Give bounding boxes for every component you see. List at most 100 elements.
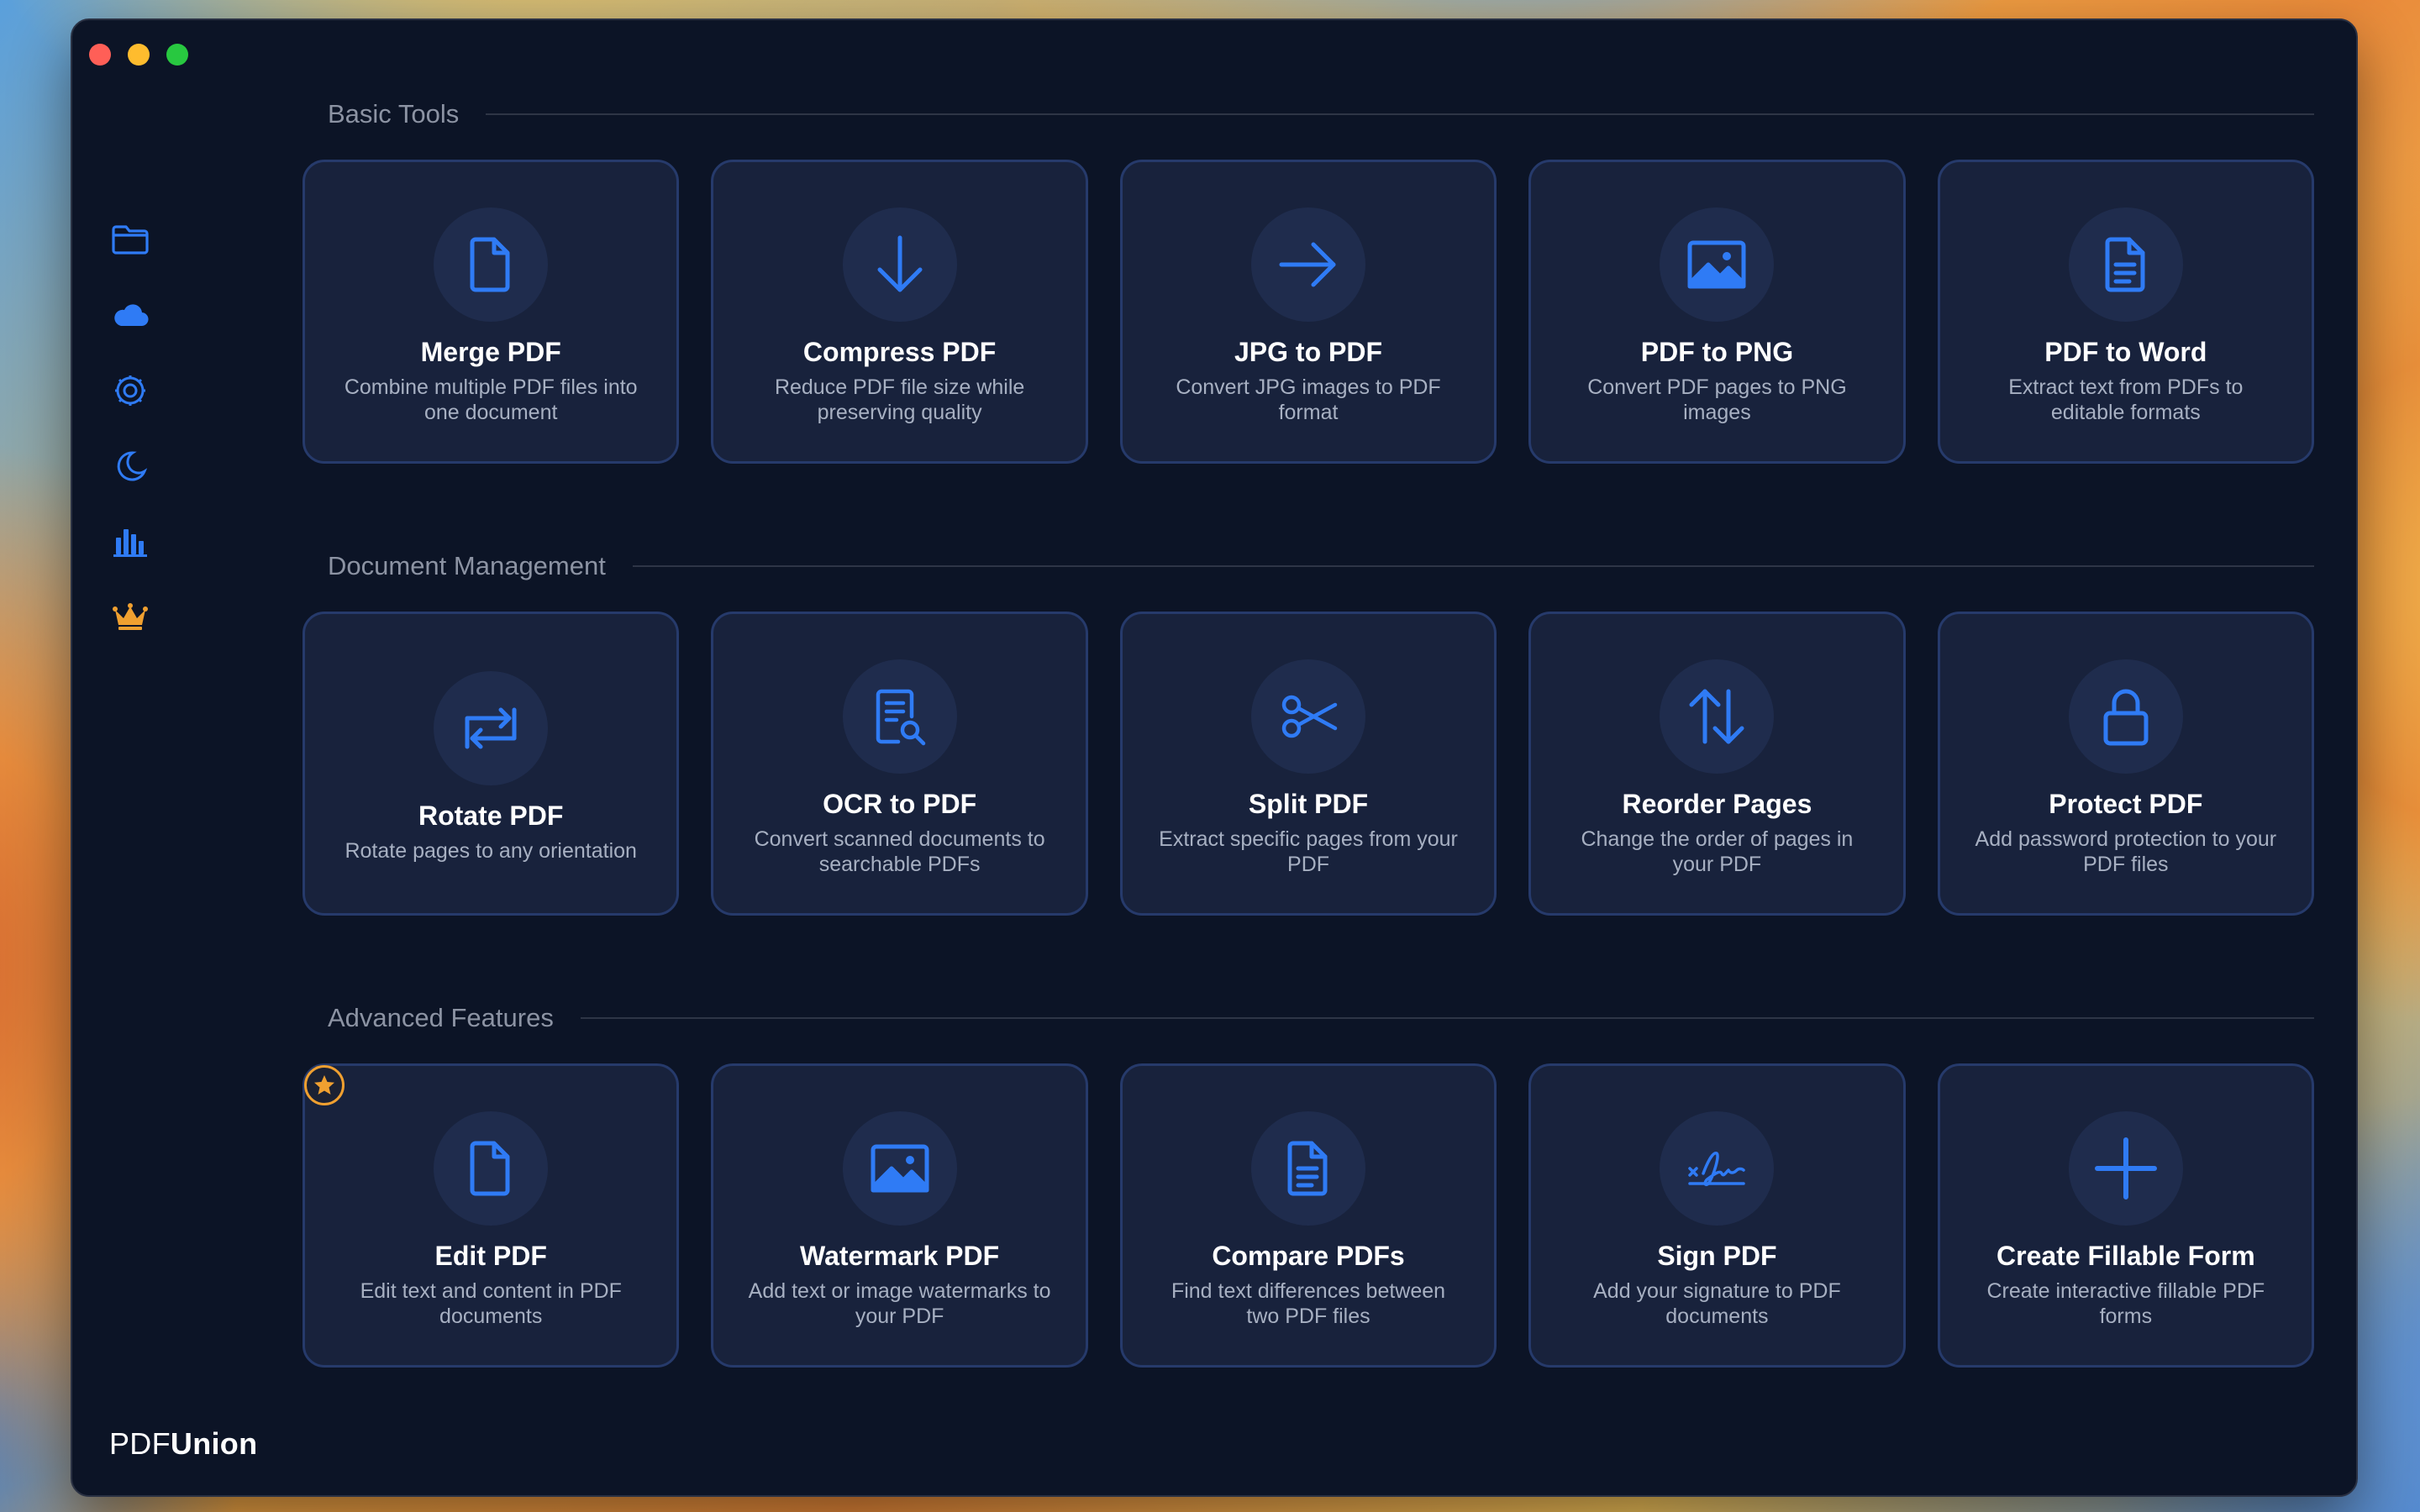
section-basic-tools: Basic Tools Merge PDF Combine multiple P…: [302, 97, 2315, 464]
sidebar-item-premium[interactable]: [109, 600, 151, 635]
tool-title: Sign PDF: [1657, 1241, 1777, 1271]
tool-icon-circle: [842, 659, 957, 774]
document-search-icon: [876, 689, 925, 746]
tool-grid: Edit PDF Edit text and content in PDF do…: [302, 1063, 2315, 1368]
tool-icon-circle: [1251, 1111, 1366, 1226]
section-title: Basic Tools: [328, 99, 460, 129]
sidebar-item-files[interactable]: [109, 222, 151, 257]
tool-card-pdf-to-word[interactable]: PDF to Word Extract text from PDFs to ed…: [1937, 160, 2315, 464]
section-document-management: Document Management Rotate PDF Rotate pa…: [302, 549, 2315, 916]
tool-icon-circle: [1251, 659, 1366, 774]
section-divider: [486, 113, 2314, 115]
tool-card-pdf-to-png[interactable]: PDF to PNG Convert PDF pages to PNG imag…: [1528, 160, 1906, 464]
section-advanced-features: Advanced Features Edit PDF Edit text and…: [302, 1001, 2315, 1368]
tool-card-rotate-pdf[interactable]: Rotate PDF Rotate pages to any orientati…: [302, 612, 680, 916]
cloud-icon: [114, 304, 149, 327]
tool-description: Add password protection to your PDF file…: [1975, 827, 2277, 876]
section-divider: [632, 565, 2314, 567]
tool-card-jpg-to-pdf[interactable]: JPG to PDF Convert JPG images to PDF for…: [1119, 160, 1497, 464]
tool-description: Convert JPG images to PDF format: [1176, 375, 1441, 424]
tool-title: Split PDF: [1248, 789, 1369, 819]
tool-title: PDF to PNG: [1640, 337, 1794, 367]
tool-title: Protect PDF: [2049, 789, 2203, 819]
document-icon: [470, 237, 510, 292]
sidebar-item-dark-mode[interactable]: [109, 449, 151, 484]
tool-title: Compress PDF: [802, 337, 997, 367]
text-document-icon: [2105, 237, 2145, 292]
tool-title: Rotate PDF: [418, 801, 564, 831]
tool-icon-circle: [842, 1111, 957, 1226]
document-icon: [470, 1141, 510, 1196]
tool-description: Combine multiple PDF files into one docu…: [344, 375, 638, 424]
tool-card-create-fillable-form[interactable]: Create Fillable Form Create interactive …: [1937, 1063, 2315, 1368]
sidebar-item-settings[interactable]: [109, 373, 151, 408]
rotate-icon: [465, 707, 517, 749]
tool-icon-circle: [1660, 207, 1775, 322]
moon-icon: [117, 451, 148, 481]
tool-description: Change the order of pages in your PDF: [1581, 827, 1854, 876]
star-icon: [314, 1075, 334, 1095]
image-icon: [871, 1144, 929, 1193]
sidebar-nav: [109, 222, 151, 635]
tool-icon-circle: [434, 671, 549, 785]
scissors-icon: [1281, 695, 1338, 738]
tool-icon-circle: [434, 1111, 549, 1226]
tool-description: Add text or image watermarks to your PDF: [748, 1279, 1051, 1328]
tool-icon-circle: [2068, 207, 2183, 322]
tool-grid: Merge PDF Combine multiple PDF files int…: [302, 160, 2315, 464]
tool-icon-circle: [2068, 1111, 2183, 1226]
tool-title: JPG to PDF: [1234, 337, 1383, 367]
image-icon: [1687, 240, 1746, 289]
tool-description: Convert scanned documents to searchable …: [754, 827, 1045, 876]
lock-icon: [2103, 689, 2149, 746]
section-header: Document Management: [302, 549, 2314, 583]
tool-description: Reduce PDF file size while preserving qu…: [774, 375, 1025, 424]
tool-title: Reorder Pages: [1622, 789, 1812, 819]
tool-grid: Rotate PDF Rotate pages to any orientati…: [302, 612, 2315, 916]
tool-icon-circle: [1660, 1111, 1775, 1226]
app-window: PDFUnion Basic Tools Merge PDF Combine m…: [71, 18, 2358, 1497]
settings-gear-icon: [115, 375, 145, 406]
brand-prefix: PDF: [109, 1426, 171, 1461]
tool-icon-circle: [842, 207, 957, 322]
tool-title: PDF to Word: [2044, 337, 2207, 367]
arrow-down-icon: [877, 235, 923, 292]
section-header: Basic Tools: [302, 97, 2314, 131]
text-document-icon: [1287, 1141, 1328, 1196]
tool-card-watermark-pdf[interactable]: Watermark PDF Add text or image watermar…: [711, 1063, 1088, 1368]
tool-icon-circle: [434, 207, 549, 322]
tool-icon-circle: [1251, 207, 1366, 322]
bar-chart-icon: [113, 529, 147, 557]
section-header: Advanced Features: [302, 1001, 2314, 1035]
tool-card-ocr-to-pdf[interactable]: OCR to PDF Convert scanned documents to …: [711, 612, 1088, 916]
tool-description: Edit text and content in PDF documents: [360, 1279, 622, 1328]
tool-title: Edit PDF: [434, 1241, 547, 1271]
tool-card-split-pdf[interactable]: Split PDF Extract specific pages from yo…: [1119, 612, 1497, 916]
sidebar-item-cloud[interactable]: [109, 297, 151, 333]
tool-description: Rotate pages to any orientation: [345, 839, 637, 863]
crown-icon: [113, 603, 148, 630]
tool-description: Extract specific pages from your PDF: [1159, 827, 1458, 876]
signature-icon: [1688, 1152, 1746, 1187]
arrow-right-icon: [1279, 242, 1336, 287]
tool-card-merge-pdf[interactable]: Merge PDF Combine multiple PDF files int…: [302, 160, 680, 464]
tool-icon-circle: [2068, 659, 2183, 774]
tool-card-sign-pdf[interactable]: Sign PDF Add your signature to PDF docum…: [1528, 1063, 1906, 1368]
tool-description: Convert PDF pages to PNG images: [1587, 375, 1847, 424]
tool-description: Extract text from PDFs to editable forma…: [2008, 375, 2244, 424]
tool-card-compare-pdfs[interactable]: Compare PDFs Find text differences betwe…: [1119, 1063, 1497, 1368]
sidebar-item-statistics[interactable]: [109, 524, 151, 559]
section-title: Advanced Features: [328, 1003, 554, 1032]
tool-title: Watermark PDF: [800, 1241, 1000, 1271]
section-title: Document Management: [328, 551, 606, 580]
main-content: Basic Tools Merge PDF Combine multiple P…: [232, 20, 2356, 1495]
tool-card-protect-pdf[interactable]: Protect PDF Add password protection to y…: [1937, 612, 2315, 916]
folder-icon: [112, 225, 149, 255]
section-divider: [580, 1017, 2314, 1019]
tool-card-compress-pdf[interactable]: Compress PDF Reduce PDF file size while …: [711, 160, 1088, 464]
tool-card-reorder-pages[interactable]: Reorder Pages Change the order of pages …: [1528, 612, 1906, 916]
tool-description: Find text differences between two PDF fi…: [1171, 1279, 1446, 1328]
tool-description: Add your signature to PDF documents: [1593, 1279, 1841, 1328]
tool-card-edit-pdf[interactable]: Edit PDF Edit text and content in PDF do…: [302, 1063, 680, 1368]
tool-title: Create Fillable Form: [1996, 1241, 2255, 1271]
